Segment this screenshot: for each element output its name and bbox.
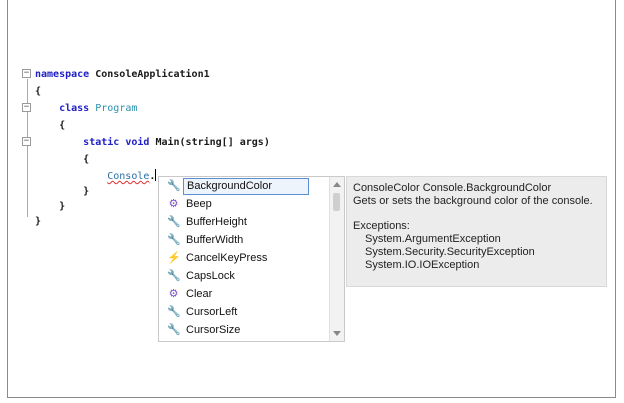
method-icon: ⚙ <box>168 198 179 210</box>
tooltip-exceptions-label: Exceptions: <box>353 220 410 232</box>
brace: { <box>35 86 42 97</box>
wrench-icon: 🔧 <box>167 306 181 318</box>
code-line-method: static void Main(string[] args) <box>35 134 270 151</box>
completion-item[interactable]: ⚡ CancelKeyPress <box>159 250 329 267</box>
quick-info-tooltip: ConsoleColor Console.BackgroundColor Get… <box>346 176 607 287</box>
tooltip-exception: System.Security.SecurityException <box>365 246 535 258</box>
wrench-icon: 🔧 <box>167 324 181 336</box>
keyword-class: class <box>59 103 90 114</box>
code-line-brace: { <box>35 83 41 100</box>
tooltip-exception: System.IO.IOException <box>365 259 480 271</box>
code-editor[interactable]: − − − namespace ConsoleApplication1 { cl… <box>8 0 615 397</box>
namespace-name: ConsoleApplication1 <box>95 69 210 80</box>
completion-item[interactable]: 🔧 CapsLock <box>159 268 329 285</box>
completion-item-label: CursorLeft <box>186 306 238 318</box>
keyword-static: static <box>83 137 120 148</box>
brace: { <box>59 120 66 131</box>
completion-item[interactable]: ⚙ Clear <box>159 286 329 303</box>
completion-scrollbar[interactable] <box>329 177 344 341</box>
keyword-namespace: namespace <box>35 69 90 80</box>
typed-text: Console <box>107 171 150 182</box>
tooltip-description: Gets or sets the background color of the… <box>353 195 593 207</box>
brace: { <box>83 154 90 165</box>
code-line-brace: { <box>35 151 89 168</box>
tooltip-exception: System.ArgumentException <box>365 233 501 245</box>
event-icon: ⚡ <box>167 252 181 264</box>
completion-item-label: Beep <box>186 198 212 210</box>
code-line-class: class Program <box>35 100 137 117</box>
completion-item-label: BufferHeight <box>186 216 247 228</box>
completion-item[interactable]: 🔧 CursorSize <box>159 322 329 339</box>
fold-line <box>27 79 28 217</box>
completion-item-label: CapsLock <box>186 270 235 282</box>
code-line-brace: { <box>35 117 65 134</box>
completion-item-label: CursorSize <box>186 324 241 336</box>
wrench-icon: 🔧 <box>167 180 181 192</box>
brace: } <box>35 216 42 227</box>
completion-item[interactable]: 🔧 BackgroundColor <box>159 178 329 195</box>
completion-item[interactable]: ⚙ Beep <box>159 196 329 213</box>
code-line-namespace: namespace ConsoleApplication1 <box>35 66 210 83</box>
completion-item[interactable]: 🔧 BufferHeight <box>159 214 329 231</box>
scroll-thumb[interactable] <box>333 193 340 211</box>
completion-item[interactable]: 🔧 CursorLeft <box>159 304 329 321</box>
wrench-icon: 🔧 <box>167 270 181 282</box>
brace: } <box>59 201 66 212</box>
completion-item-label: BackgroundColor <box>183 178 309 195</box>
completion-item-label: Clear <box>186 288 213 300</box>
collapse-method-icon[interactable]: − <box>22 137 31 146</box>
scroll-up-icon[interactable] <box>333 182 341 187</box>
method-signature: Main(string[] args) <box>155 137 270 148</box>
keyword-void: void <box>125 137 150 148</box>
completion-item-label: CancelKeyPress <box>186 252 268 264</box>
tooltip-signature: ConsoleColor Console.BackgroundColor <box>353 182 552 194</box>
intellisense-completion-list[interactable]: 🔧 BackgroundColor ⚙ Beep 🔧 BufferHeight … <box>158 176 345 342</box>
collapse-namespace-icon[interactable]: − <box>22 69 31 78</box>
code-line-brace: } <box>35 213 41 230</box>
wrench-icon: 🔧 <box>167 234 181 246</box>
completion-item-label: BufferWidth <box>186 234 244 246</box>
class-name: Program <box>95 103 138 114</box>
method-icon: ⚙ <box>168 288 179 300</box>
text-caret <box>155 169 157 181</box>
editor-window: − − − namespace ConsoleApplication1 { cl… <box>7 0 616 398</box>
completion-item[interactable]: 🔧 BufferWidth <box>159 232 329 249</box>
wrench-icon: 🔧 <box>167 216 181 228</box>
scroll-down-icon[interactable] <box>333 331 341 336</box>
brace: } <box>83 186 90 197</box>
collapse-class-icon[interactable]: − <box>22 103 31 112</box>
